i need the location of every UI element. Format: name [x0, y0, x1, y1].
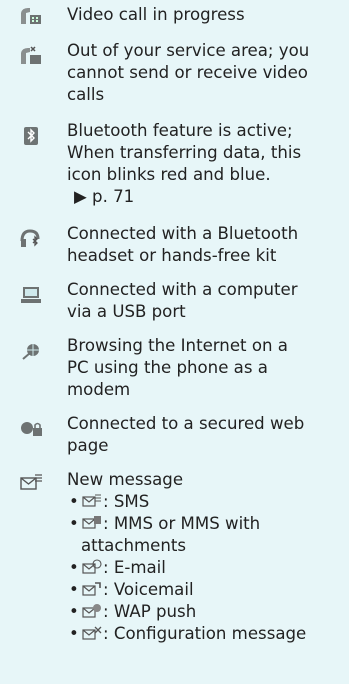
entry-line: Bluetooth feature is active; — [67, 121, 293, 140]
message-type-label: : Configuration message — [103, 624, 307, 643]
message-type-item: : WAP push — [67, 601, 345, 623]
entry-line: icon blinks red and blue. — [67, 165, 271, 184]
message-type-item: : E-mail — [67, 557, 345, 579]
entry-line: headset or hands-free kit — [67, 246, 277, 265]
bluetooth-headset-icon — [18, 227, 44, 251]
entry-line: cannot send or receive video — [67, 63, 308, 82]
message-type-label: : E-mail — [103, 558, 166, 577]
email-icon — [81, 558, 103, 576]
entry-line: PC using the phone as a — [67, 358, 268, 377]
message-type-label: : SMS — [103, 492, 150, 511]
message-type-item: : Configuration message — [67, 623, 345, 645]
voicemail-icon — [81, 580, 103, 598]
message-type-label-continued: attachments — [81, 536, 187, 555]
entry-line: calls — [67, 85, 105, 104]
configuration-message-icon — [81, 624, 103, 642]
secured-web-icon — [18, 417, 44, 441]
video-call-icon — [18, 4, 44, 28]
entry-line: via a USB port — [67, 302, 186, 321]
entry-line: Connected with a computer — [67, 280, 298, 299]
entry-line: page — [67, 436, 109, 455]
video-call-no-service-icon — [18, 44, 44, 68]
computer-icon — [18, 283, 44, 307]
entry-line: When transferring data, this — [67, 143, 302, 162]
wap-push-icon — [81, 602, 103, 620]
entry-line: Browsing the Internet on a — [67, 336, 288, 355]
entry-line: New message — [67, 470, 184, 489]
new-message-icon — [18, 471, 44, 495]
message-type-item: : Voicemail — [67, 579, 345, 601]
status-icon-list: Video call in progress Out of your servi… — [0, 0, 349, 684]
entry-line: Connected to a secured web — [67, 414, 305, 433]
message-type-list: : SMS : MMS or MMS with attachments : E-… — [67, 491, 345, 645]
message-type-label: : MMS or MMS with — [103, 514, 261, 533]
message-type-item: : SMS — [67, 491, 345, 513]
entry-line: Video call in progress — [67, 5, 245, 24]
internet-browsing-icon — [18, 339, 44, 363]
entry-line: Out of your service area; you — [67, 41, 310, 60]
message-type-label: : Voicemail — [103, 580, 194, 599]
mms-icon — [81, 514, 103, 532]
sms-icon — [81, 492, 103, 510]
page-reference: ▶ p. 71 — [74, 187, 135, 206]
message-type-label: : WAP push — [103, 602, 197, 621]
message-type-item: : MMS or MMS with attachments — [67, 513, 345, 557]
bluetooth-icon — [18, 124, 44, 148]
entry-line: Connected with a Bluetooth — [67, 224, 299, 243]
entry-line: modem — [67, 380, 131, 399]
